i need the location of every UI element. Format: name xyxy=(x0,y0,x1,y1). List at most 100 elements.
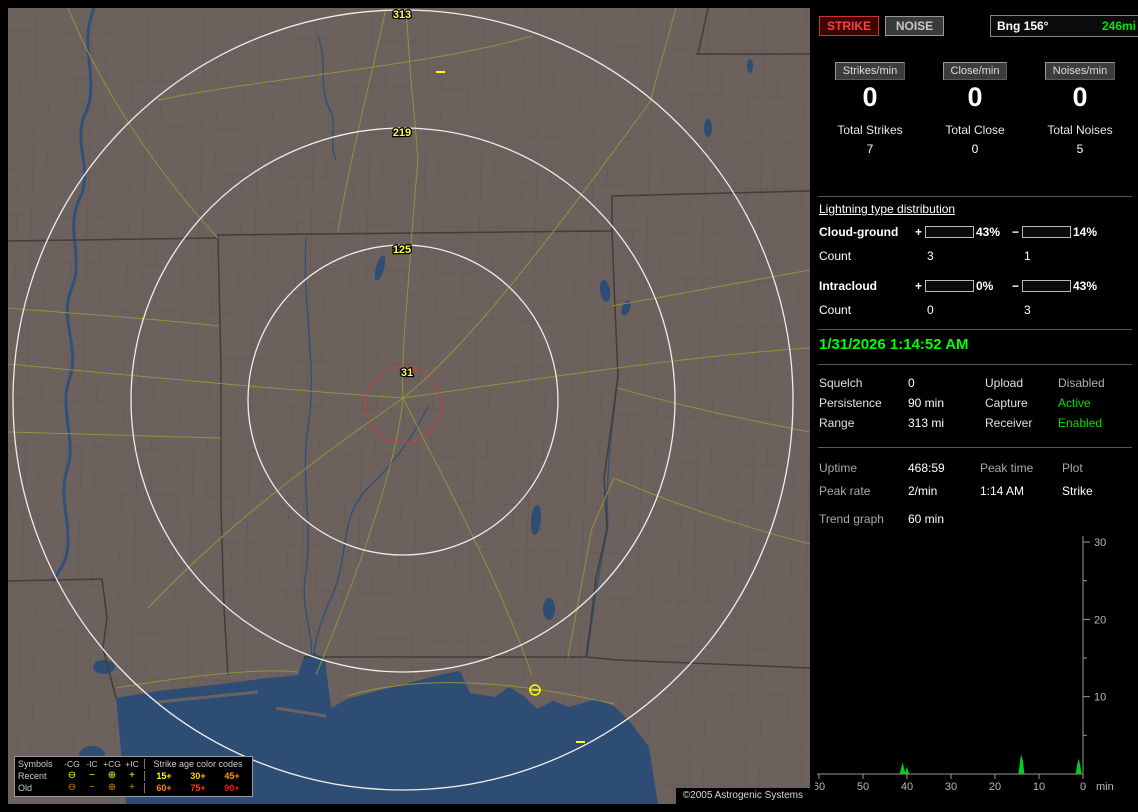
legend-col-pos-cg: +CG xyxy=(103,759,121,769)
divider xyxy=(818,447,1132,448)
uptime-label: Uptime xyxy=(819,461,858,475)
cg-negative-bar xyxy=(1022,226,1071,238)
app-window: 313 219 125 31 Symbols -CG -IC +CG +IC S… xyxy=(0,0,1138,812)
close-per-min-button[interactable]: Close/min xyxy=(942,62,1008,80)
plus-sign: + xyxy=(915,279,923,293)
age-code: 60+ xyxy=(156,783,172,793)
plot-value: Strike xyxy=(1062,484,1093,498)
count-label: Count xyxy=(819,249,852,263)
uptime-row: Uptime 468:59 Peak time Plot xyxy=(815,461,1138,476)
pos-cg-symbol-icon: ⊕ xyxy=(107,782,117,793)
peak-time-label: Peak time xyxy=(980,461,1034,475)
legend-col-pos-ic: +IC xyxy=(125,759,139,769)
cg-negative-count: 1 xyxy=(1024,249,1031,263)
pos-ic-symbol-icon: + xyxy=(129,782,135,793)
status-row: Squelch 0 Upload Disabled xyxy=(815,376,1138,391)
neg-ic-symbol-icon: − xyxy=(89,782,95,793)
map-legend: Symbols -CG -IC +CG +IC Strike age color… xyxy=(14,756,253,797)
range-label: Range xyxy=(819,416,855,430)
legend-col-neg-cg: -CG xyxy=(64,759,80,769)
upload-status: Disabled xyxy=(1058,376,1105,390)
map-panel[interactable]: 313 219 125 31 Symbols -CG -IC +CG +IC S… xyxy=(8,8,810,804)
plot-label: Plot xyxy=(1062,461,1083,475)
age-code: 30+ xyxy=(190,771,206,781)
copyright-text: ©2005 Astrogenic Systems xyxy=(675,788,810,804)
peak-time-value: 1:14 AM xyxy=(980,484,1025,498)
legend-symbols-header: Symbols xyxy=(18,759,53,769)
divider xyxy=(818,364,1132,365)
trend-graph-duration: 60 min xyxy=(908,512,945,526)
trend-graph: 10 20 30 60 50 40 30 20 10 0 min xyxy=(813,536,1114,793)
cg-positive-pct: 43% xyxy=(976,225,1001,239)
pos-ic-symbol-icon: + xyxy=(129,770,135,781)
squelch-label: Squelch xyxy=(819,376,863,390)
close-column: Close/min 0 Total Close 0 xyxy=(923,62,1027,156)
legend-age-header: Strike age color codes xyxy=(144,759,249,769)
legend-recent-label: Recent xyxy=(18,771,47,781)
receiver-status: Enabled xyxy=(1058,416,1103,430)
age-code: 90+ xyxy=(224,783,240,793)
total-noises-value: 5 xyxy=(1076,142,1084,156)
plus-sign: + xyxy=(915,225,923,239)
count-label: Count xyxy=(819,303,852,317)
strikes-per-min-button[interactable]: Strikes/min xyxy=(834,62,906,80)
squelch-value: 0 xyxy=(908,376,915,390)
cloud-ground-label: Cloud-ground xyxy=(819,225,899,239)
svg-text:60: 60 xyxy=(815,781,825,793)
total-noises-label: Total Noises xyxy=(1047,123,1113,137)
peak-rate-row: Peak rate 2/min 1:14 AM Strike xyxy=(815,484,1138,499)
svg-text:40: 40 xyxy=(901,781,913,793)
total-close-label: Total Close xyxy=(945,123,1005,137)
cloud-ground-count-row: Count 3 1 xyxy=(815,249,1138,263)
minus-sign: − xyxy=(1012,225,1020,239)
bearing-distance: 246mi xyxy=(1101,19,1136,33)
distribution-title: Lightning type distribution xyxy=(819,202,956,216)
peak-rate-label: Peak rate xyxy=(819,484,871,498)
svg-text:30: 30 xyxy=(945,781,957,793)
ic-negative-bar xyxy=(1022,280,1071,292)
cg-negative-pct: 14% xyxy=(1073,225,1098,239)
ring-label-219: 219 xyxy=(393,127,411,139)
intracloud-label: Intracloud xyxy=(819,279,878,293)
cg-positive-count: 3 xyxy=(927,249,934,263)
upload-label: Upload xyxy=(985,376,1024,390)
ic-negative-count: 3 xyxy=(1024,303,1031,317)
total-strikes-label: Total Strikes xyxy=(837,123,903,137)
trend-graph-row: Trend graph 60 min xyxy=(815,512,1138,527)
svg-text:20: 20 xyxy=(1094,614,1106,626)
bearing-label: Bng 156° xyxy=(997,19,1049,33)
persistence-value: 90 min xyxy=(908,396,945,410)
cg-positive-bar xyxy=(925,226,974,238)
clock-display: 1/31/2026 1:14:52 AM xyxy=(819,336,969,353)
noise-button[interactable]: NOISE xyxy=(885,16,944,36)
strike-button[interactable]: STRIKE xyxy=(819,16,879,36)
legend-old-label: Old xyxy=(18,783,33,793)
ic-positive-bar xyxy=(925,280,974,292)
minus-sign: − xyxy=(1012,279,1020,293)
pos-cg-symbol-icon: ⊕ xyxy=(107,770,117,781)
ring-label-31: 31 xyxy=(401,367,413,379)
peak-rate-value: 2/min xyxy=(908,484,938,498)
close-per-min-value: 0 xyxy=(967,82,983,112)
svg-text:50: 50 xyxy=(857,781,869,793)
bearing-display: Bng 156° 246mi xyxy=(990,15,1138,37)
svg-text:10: 10 xyxy=(1094,692,1106,704)
total-close-value: 0 xyxy=(971,142,979,156)
capture-status: Active xyxy=(1058,396,1091,410)
noises-column: Noises/min 0 Total Noises 5 xyxy=(1028,62,1132,156)
cloud-ground-row: Cloud-ground + 43% − 14% xyxy=(815,225,1138,239)
svg-text:10: 10 xyxy=(1033,781,1045,793)
svg-text:0: 0 xyxy=(1080,781,1086,793)
ring-label-125: 125 xyxy=(393,244,411,256)
legend-old-row: Old ⊖ − ⊕ + 60+ 75+ 90+ xyxy=(18,782,249,794)
ic-positive-pct: 0% xyxy=(976,279,994,293)
strikes-column: Strikes/min 0 Total Strikes 7 xyxy=(818,62,922,156)
noises-per-min-button[interactable]: Noises/min xyxy=(1044,62,1116,80)
uptime-value: 468:59 xyxy=(908,461,945,475)
persistence-label: Persistence xyxy=(819,396,882,410)
strikes-per-min-value: 0 xyxy=(862,82,878,112)
noises-per-min-value: 0 xyxy=(1072,82,1088,112)
neg-cg-symbol-icon: ⊖ xyxy=(67,770,77,781)
trend-graph-panel: 10 20 30 60 50 40 30 20 10 0 min xyxy=(813,528,1138,808)
divider xyxy=(818,196,1132,197)
